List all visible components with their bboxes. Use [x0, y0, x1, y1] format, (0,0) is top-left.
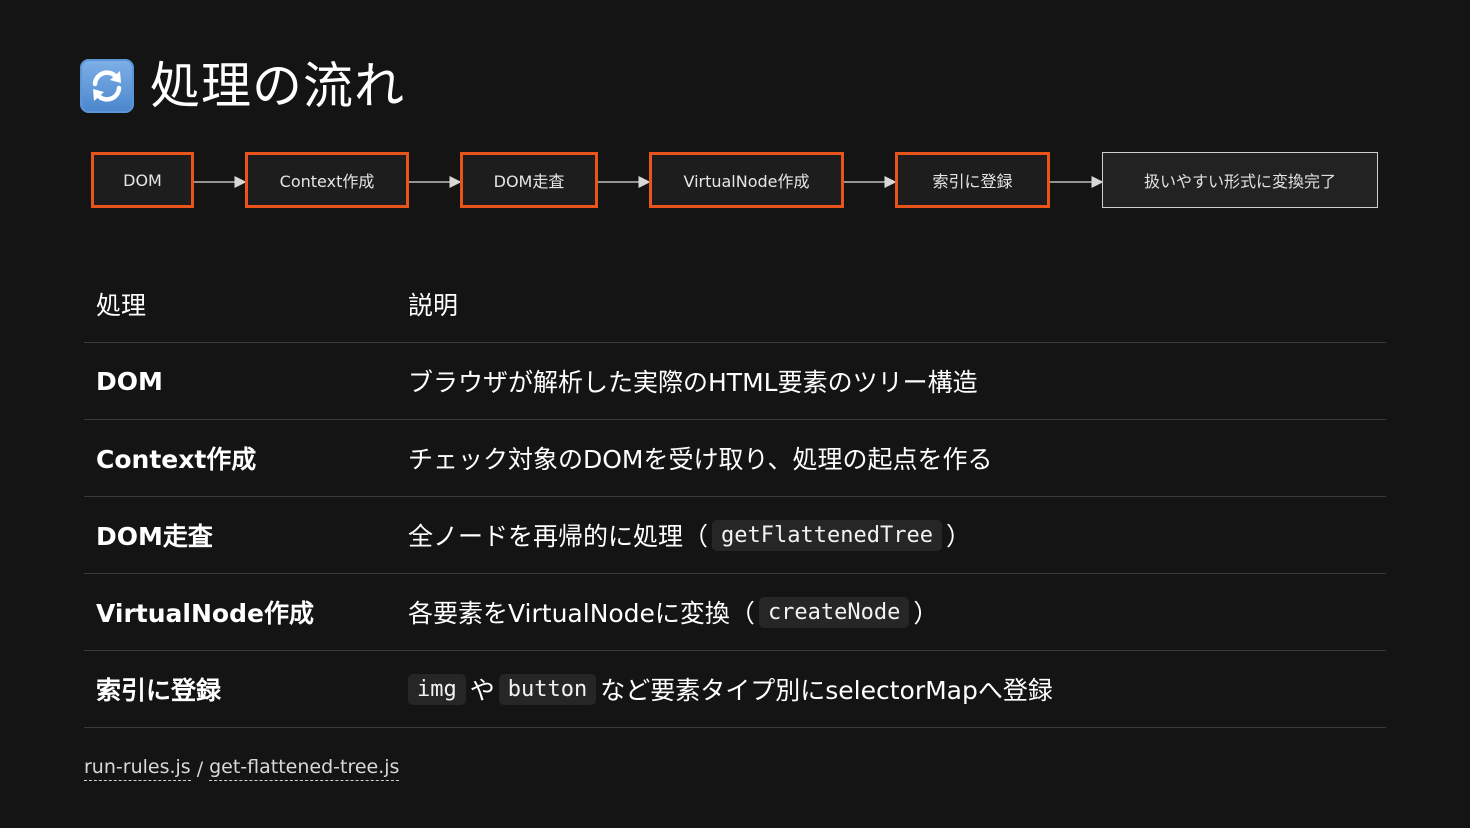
flow-step-label: VirtualNode作成 — [683, 172, 810, 191]
table-row: DOM走査 全ノードを再帰的に処理（ getFlattenedTree ） — [84, 497, 1386, 574]
source-links: run-rules.js / get-flattened-tree.js — [84, 756, 400, 781]
flow-step-dom-traverse: DOM走査 — [460, 152, 598, 208]
inline-code: button — [498, 673, 597, 705]
row-process: VirtualNode作成 — [96, 599, 314, 628]
row-description-text: チェック対象のDOMを受け取り、処理の起点を作る — [408, 445, 993, 474]
row-description: img や button など要素タイプ別にselectorMapへ登録 — [408, 671, 1386, 707]
link-run-rules[interactable]: run-rules.js — [84, 756, 191, 781]
header-process: 処理 — [96, 291, 147, 320]
inline-code: createNode — [758, 596, 910, 628]
row-description-text: ） — [913, 599, 939, 628]
table-row: DOM ブラウザが解析した実際のHTML要素のツリー構造 — [84, 343, 1386, 420]
row-description: ブラウザが解析した実際のHTML要素のツリー構造 — [408, 363, 1386, 399]
flow-step-dom: DOM — [91, 152, 194, 208]
page-title: 処理の流れ — [150, 57, 405, 115]
row-description-text: 各要素をVirtualNodeに変換（ — [408, 599, 755, 628]
row-description-text: や — [469, 676, 495, 705]
flow-step-complete: 扱いやすい形式に変換完了 — [1102, 152, 1378, 208]
link-separator: / — [196, 757, 204, 780]
row-description: チェック対象のDOMを受け取り、処理の起点を作る — [408, 440, 1386, 476]
row-process: DOM — [96, 366, 163, 396]
flow-step-label: DOM — [123, 170, 162, 190]
flow-step-index: 索引に登録 — [895, 152, 1050, 208]
flow-step-virtualnode: VirtualNode作成 — [649, 152, 844, 208]
inline-code: img — [408, 673, 466, 705]
table-row: 索引に登録 img や button など要素タイプ別にselectorMapへ… — [84, 651, 1386, 728]
row-process: Context作成 — [96, 445, 257, 474]
row-description: 全ノードを再帰的に処理（ getFlattenedTree ） — [408, 517, 1386, 553]
row-process: 索引に登録 — [96, 676, 222, 705]
inline-code: getFlattenedTree — [712, 519, 942, 551]
counterclockwise-arrows-icon — [80, 59, 134, 113]
row-description-text: など要素タイプ別にselectorMapへ登録 — [600, 676, 1053, 705]
link-get-flattened-tree[interactable]: get-flattened-tree.js — [209, 756, 400, 781]
row-description-text: ） — [945, 522, 971, 551]
table-row: Context作成 チェック対象のDOMを受け取り、処理の起点を作る — [84, 420, 1386, 497]
flow-step-label: 索引に登録 — [932, 172, 1013, 191]
row-description-text: ブラウザが解析した実際のHTML要素のツリー構造 — [408, 368, 978, 397]
flow-step-context: Context作成 — [245, 152, 409, 208]
row-description: 各要素をVirtualNodeに変換（ createNode ） — [408, 594, 1386, 630]
header-description: 説明 — [408, 291, 459, 320]
flow-step-label: DOM走査 — [493, 172, 565, 191]
process-table: 処理 説明 DOM ブラウザが解析した実際のHTML要素のツリー構造 Conte… — [84, 266, 1386, 728]
title-row: 処理の流れ — [80, 56, 405, 116]
flow-step-label: 扱いやすい形式に変換完了 — [1143, 172, 1336, 191]
row-description-text: 全ノードを再帰的に処理（ — [408, 522, 709, 551]
flow-diagram: DOM Context作成 DOM走査 VirtualNode作成 索引に登録 … — [0, 150, 1470, 214]
table-row: VirtualNode作成 各要素をVirtualNodeに変換（ create… — [84, 574, 1386, 651]
flow-step-label: Context作成 — [279, 172, 375, 191]
table-header-row: 処理 説明 — [84, 266, 1386, 343]
row-process: DOM走査 — [96, 522, 213, 551]
slide: 処理の流れ DOM Context作成 DOM走査 VirtualNode作成 — [0, 0, 1470, 828]
